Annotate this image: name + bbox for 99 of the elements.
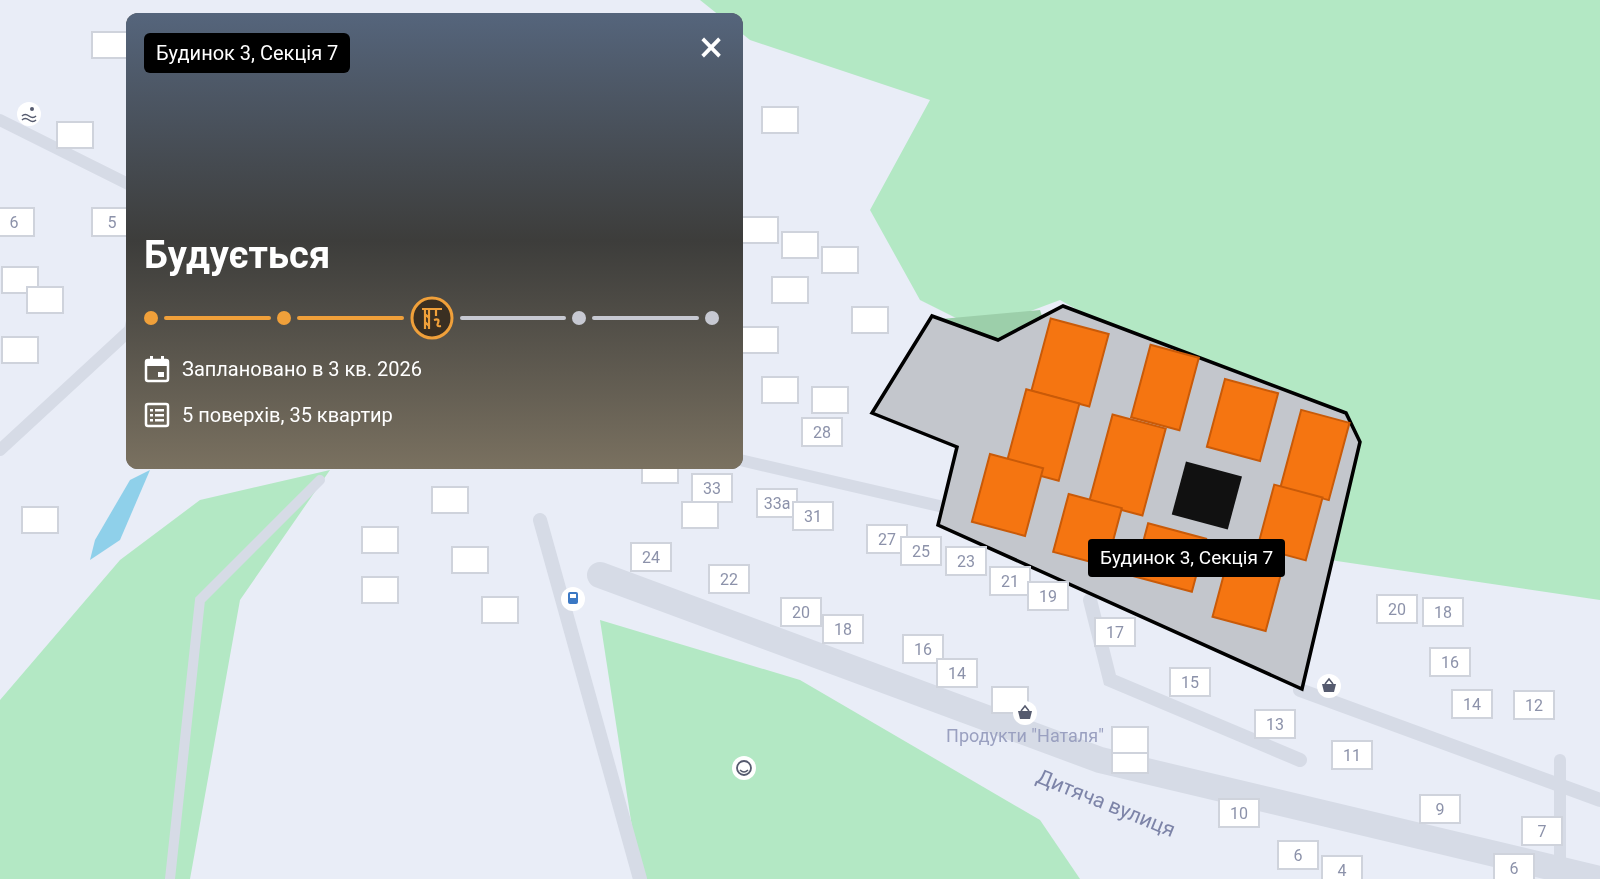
house-shape: [761, 376, 799, 404]
house-number: 5: [107, 213, 117, 232]
house-number: 16: [914, 640, 932, 659]
house-shape: [1277, 840, 1319, 870]
house-shape: [681, 501, 719, 529]
house-shape: [1027, 581, 1069, 611]
house-shape: [780, 597, 822, 627]
house-shape: [761, 106, 799, 134]
house-shape: [902, 634, 944, 664]
floors-apartments: 5 поверхів, 35 квартир: [182, 402, 393, 429]
house-shape: [1094, 617, 1136, 647]
house-shape: [811, 386, 849, 414]
house-number: 33а: [763, 494, 791, 513]
house-shape: [792, 501, 834, 531]
house-number: 10: [1230, 804, 1248, 823]
house-shape: [900, 536, 942, 566]
house-shape: [1422, 597, 1464, 627]
house-number: 4: [1337, 861, 1347, 879]
planned-date: Заплановано в 3 кв. 2026: [182, 356, 422, 383]
status-title: Будується: [144, 236, 332, 274]
house-shape: [771, 276, 809, 304]
house-shape: [1331, 740, 1373, 770]
house-number: 20: [792, 603, 810, 622]
house-number: 14: [948, 664, 966, 683]
house-shape: [821, 246, 859, 274]
house-number: 16: [1441, 653, 1459, 672]
house-number: 14: [1463, 695, 1481, 714]
house-shape: [630, 542, 672, 572]
building-tooltip: Будинок 3, Секція 7: [1088, 539, 1286, 577]
house-shape: [1493, 853, 1535, 879]
house-number: 24: [642, 548, 660, 567]
house-shape: [361, 576, 399, 604]
house-shape: [741, 216, 779, 244]
house-shape: [866, 524, 908, 554]
list-icon: [144, 402, 170, 428]
house-shape: [708, 564, 750, 594]
house-shape: [0, 207, 35, 237]
house-number: 15: [1181, 673, 1199, 692]
house-number: 27: [878, 530, 896, 549]
house-number: 23: [957, 552, 975, 571]
house-shape: [56, 121, 94, 149]
house-shape: [26, 286, 64, 314]
house-shape: [481, 596, 519, 624]
house-shape: [1, 266, 39, 294]
house-number: 12: [1525, 696, 1543, 715]
house-shape: [989, 566, 1031, 596]
house-shape: [936, 658, 978, 688]
house-shape: [741, 326, 779, 354]
house-number: 6: [9, 213, 19, 232]
building-badge: Будинок 3, Секція 7: [144, 33, 351, 73]
bus-icon[interactable]: [561, 587, 585, 611]
house-number: 17: [1106, 623, 1124, 642]
house-shape: [822, 614, 864, 644]
house-shape: [1321, 855, 1363, 879]
house-number: 25: [912, 542, 930, 561]
house-number: 28: [813, 423, 831, 442]
house-shape: [1513, 690, 1555, 720]
house-number: 11: [1343, 746, 1361, 765]
house-shape: [1451, 689, 1493, 719]
house-shape: [691, 473, 733, 503]
house-shape: [451, 546, 489, 574]
house-shape: [1376, 594, 1418, 624]
close-button[interactable]: ×: [699, 25, 723, 69]
house-shape: [1419, 794, 1461, 824]
swimmer-icon[interactable]: [17, 102, 41, 126]
house-shape: [91, 31, 129, 59]
smiley-icon[interactable]: [732, 756, 756, 780]
basket-icon[interactable]: [1013, 701, 1037, 725]
calendar-icon: [144, 355, 170, 383]
house-number: 7: [1537, 822, 1547, 841]
house-number: 21: [1001, 572, 1019, 591]
house-number: 19: [1039, 587, 1057, 606]
house-number: 6: [1509, 859, 1519, 878]
house-shape: [361, 526, 399, 554]
house-shape: [1, 336, 39, 364]
house-shape: [1254, 709, 1296, 739]
house-shape: [756, 488, 798, 518]
house-shape: [945, 546, 987, 576]
house-shape: [851, 306, 889, 334]
house-shape: [1521, 816, 1563, 846]
house-number: 31: [804, 507, 822, 526]
house-number: 13: [1266, 715, 1284, 734]
house-number: 20: [1388, 600, 1406, 619]
house-shape: [801, 417, 843, 447]
house-number: 9: [1435, 800, 1445, 819]
house-number: 6: [1293, 846, 1303, 865]
house-shape: [1429, 647, 1471, 677]
house-shape: [431, 486, 469, 514]
house-number: 18: [1434, 603, 1452, 622]
house-shape: [781, 231, 819, 259]
house-shape: [1111, 726, 1149, 754]
house-shape: [1218, 798, 1260, 828]
house-number: 22: [720, 570, 738, 589]
house-number: 18: [834, 620, 852, 639]
house-shape: [21, 506, 59, 534]
house-shape: [1169, 667, 1211, 697]
shop-label: Продукти "Наталя": [946, 725, 1104, 746]
basket-icon[interactable]: [1317, 674, 1341, 698]
house-number: 33: [703, 479, 721, 498]
